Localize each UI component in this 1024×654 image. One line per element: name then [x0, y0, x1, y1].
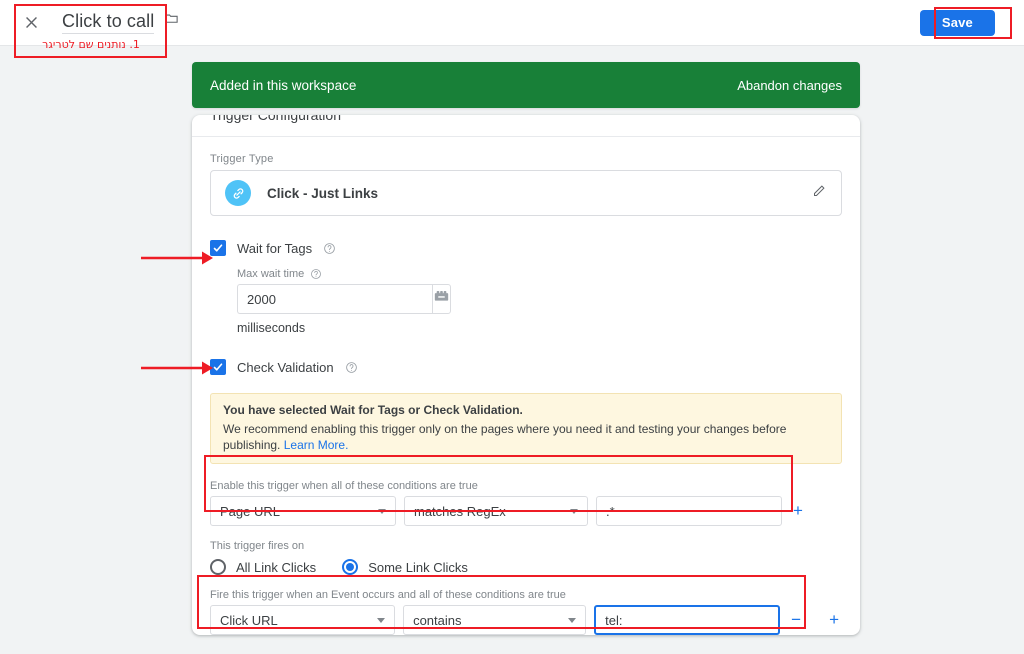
workspace-banner: Added in this workspace Abandon changes: [192, 62, 860, 108]
remove-event-condition-button[interactable]: −: [788, 611, 804, 628]
event-condition-value-input[interactable]: [594, 605, 781, 635]
event-conditions-group: Fire this trigger when an Event occurs a…: [210, 589, 842, 635]
event-condition-variable-value: Click URL: [220, 612, 278, 628]
notice-title: You have selected Wait for Tags or Check…: [223, 403, 523, 417]
annotation-note-hebrew: 1. נותנים שם לטריגר: [42, 38, 140, 51]
close-button[interactable]: [14, 6, 48, 40]
validation-notice: You have selected Wait for Tags or Check…: [210, 393, 842, 464]
chevron-down-icon: [377, 617, 386, 623]
max-wait-time-input[interactable]: [237, 284, 432, 314]
enable-condition-variable-select[interactable]: Page URL: [210, 496, 396, 526]
card-header: Trigger Configuration: [192, 115, 860, 137]
trigger-name-area[interactable]: Click to call: [62, 11, 179, 34]
enable-condition-operator-select[interactable]: matches RegEx: [404, 496, 588, 526]
event-conditions-row: Click URL contains − +: [210, 605, 842, 635]
enable-conditions-group: Enable this trigger when all of these co…: [210, 480, 842, 526]
event-condition-variable-select[interactable]: Click URL: [210, 605, 396, 635]
trigger-configuration-card: Trigger Configuration Trigger Type Click…: [192, 115, 860, 635]
wait-for-tags-checkbox[interactable]: Wait for Tags: [210, 238, 842, 258]
folder-icon[interactable]: [164, 11, 179, 34]
max-wait-time-label: Max wait time: [237, 268, 842, 280]
max-wait-time-field: Max wait time 2000 milliseconds: [237, 268, 842, 335]
wait-for-tags-label: Wait for Tags: [237, 240, 313, 256]
learn-more-link[interactable]: Learn More.: [284, 438, 349, 452]
check-validation-label: Check Validation: [237, 359, 334, 375]
trigger-type-box[interactable]: Click - Just Links: [210, 170, 842, 216]
abandon-changes-link[interactable]: Abandon changes: [737, 78, 842, 93]
help-circle-icon[interactable]: [323, 242, 336, 255]
trigger-fires-on-label: This trigger fires on: [210, 540, 305, 552]
pencil-icon[interactable]: [812, 183, 827, 203]
save-button[interactable]: Save: [919, 9, 995, 36]
radio-some-link-clicks-label: Some Link Clicks: [368, 559, 468, 575]
card-body: Trigger Type Click - Just Links Wait for…: [192, 137, 860, 635]
trigger-type-label: Trigger Type: [210, 153, 274, 165]
enable-conditions-row: Page URL matches RegEx +: [210, 496, 842, 526]
add-event-condition-button[interactable]: +: [826, 611, 842, 628]
more-vertical-icon[interactable]: [1001, 17, 1021, 28]
notice-body: We recommend enabling this trigger only …: [223, 421, 829, 453]
workspace-banner-message: Added in this workspace: [210, 77, 357, 93]
close-icon: [23, 14, 40, 31]
radio-unselected-icon: [210, 559, 226, 575]
chevron-down-icon: [570, 508, 578, 514]
annotation-arrow-check-validation: [141, 361, 213, 375]
insert-variable-icon: [433, 289, 450, 309]
radio-all-link-clicks[interactable]: All Link Clicks: [210, 559, 316, 575]
annotation-arrow-wait-for-tags: [141, 251, 213, 265]
radio-selected-icon: [342, 559, 359, 575]
chevron-down-icon: [568, 617, 577, 623]
add-enable-condition-button[interactable]: +: [790, 502, 806, 519]
enable-condition-operator-value: matches RegEx: [414, 503, 506, 519]
help-circle-icon[interactable]: [345, 361, 358, 374]
trigger-type-name: Click - Just Links: [267, 185, 379, 201]
insert-variable-button[interactable]: [432, 284, 451, 314]
event-condition-operator-value: contains: [413, 612, 462, 628]
enable-condition-value-input[interactable]: [596, 496, 782, 526]
trigger-fires-on-radios: All Link Clicks Some Link Clicks: [210, 559, 842, 575]
max-wait-time-input-group: [237, 284, 451, 314]
max-wait-time-label-text: Max wait time: [237, 268, 305, 280]
max-wait-time-unit: milliseconds: [237, 321, 306, 335]
trigger-fires-on-group: This trigger fires on All Link Clicks So…: [210, 540, 842, 575]
enable-condition-variable-value: Page URL: [220, 503, 280, 519]
page-title[interactable]: Click to call: [62, 11, 155, 34]
chevron-down-icon: [378, 508, 386, 514]
enable-conditions-label: Enable this trigger when all of these co…: [210, 480, 478, 492]
event-conditions-label: Fire this trigger when an Event occurs a…: [210, 589, 566, 601]
radio-some-link-clicks[interactable]: Some Link Clicks: [342, 559, 468, 575]
help-circle-icon[interactable]: [310, 268, 322, 280]
radio-all-link-clicks-label: All Link Clicks: [236, 559, 317, 575]
event-condition-operator-select[interactable]: contains: [403, 605, 587, 635]
check-validation-checkbox[interactable]: Check Validation: [210, 357, 842, 377]
link-icon: [225, 180, 251, 206]
